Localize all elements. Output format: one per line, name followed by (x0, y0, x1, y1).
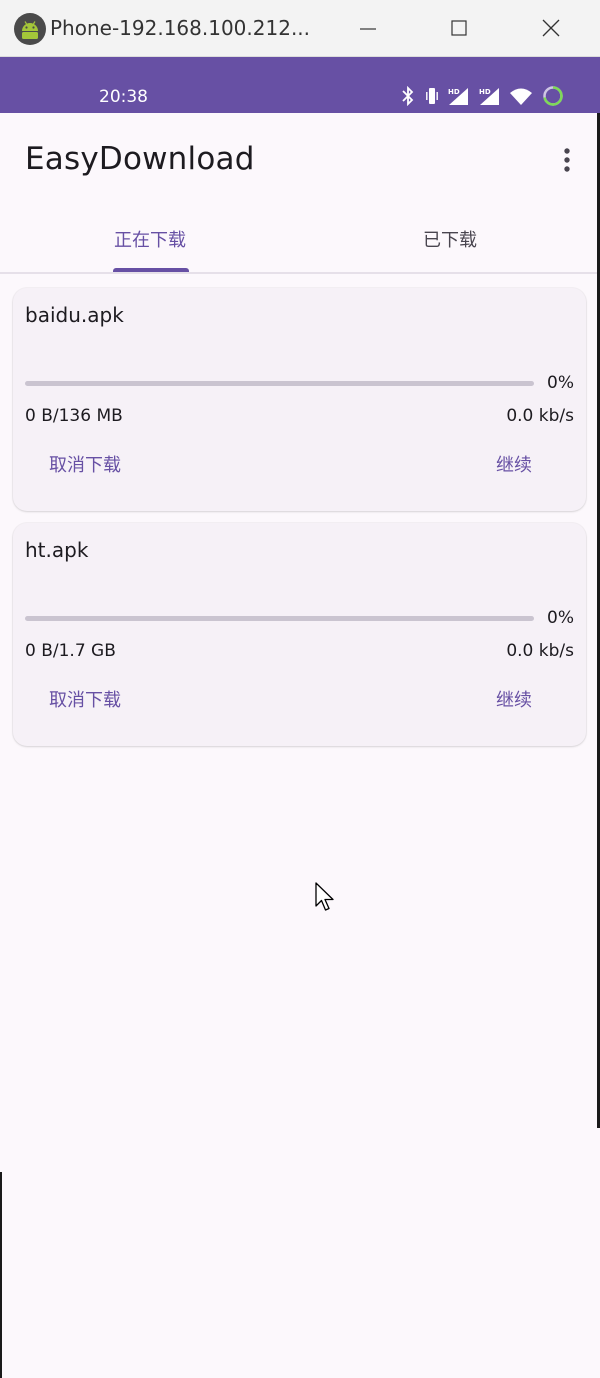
maximize-button[interactable] (439, 12, 479, 44)
download-card: ht.apk 0% 0 B/1.7 GB 0.0 kb/s 取消下载 继续 (13, 523, 586, 746)
download-progress-text: 0% (547, 608, 574, 628)
svg-text:HD: HD (448, 88, 460, 96)
tab-downloaded[interactable]: 已下载 (300, 214, 600, 274)
svg-text:HD: HD (479, 88, 491, 96)
overflow-menu-button[interactable] (552, 142, 582, 178)
maximize-icon (451, 20, 467, 36)
download-filename: baidu.apk (25, 303, 124, 327)
tab-bar: 正在下载 已下载 (0, 214, 600, 274)
minimize-button[interactable] (348, 12, 388, 44)
status-time: 20:38 (99, 87, 148, 107)
vibrate-icon (426, 88, 438, 104)
download-progress-text: 0% (547, 373, 574, 393)
bluetooth-icon (402, 86, 414, 106)
download-progress-bar (25, 381, 534, 386)
download-filename: ht.apk (25, 538, 89, 562)
resume-download-button[interactable]: 继续 (484, 444, 544, 488)
signal-hd-icon: HD (479, 88, 499, 105)
mouse-cursor-icon (315, 882, 334, 911)
tab-downloading[interactable]: 正在下载 (0, 214, 300, 274)
window-titlebar: Phone-192.168.100.212... (0, 0, 600, 57)
minimize-icon (360, 28, 376, 30)
app-title: EasyDownload (25, 141, 255, 177)
download-progress-bar (25, 616, 534, 621)
window-title: Phone-192.168.100.212... (50, 16, 311, 40)
signal-hd-icon: HD (448, 88, 468, 105)
cancel-download-button[interactable]: 取消下载 (37, 679, 133, 723)
download-speed: 0.0 kb/s (506, 641, 574, 661)
close-icon (542, 19, 560, 37)
android-icon (14, 13, 46, 45)
status-icons: HD HD (399, 85, 564, 107)
close-button[interactable] (531, 12, 571, 44)
battery-ring-icon (543, 86, 563, 106)
window-frame-edge (0, 1172, 2, 1378)
wifi-icon (510, 88, 532, 105)
download-size: 0 B/136 MB (25, 406, 123, 426)
resume-download-button[interactable]: 继续 (484, 679, 544, 723)
tab-indicator (113, 268, 189, 272)
more-vert-icon (564, 148, 570, 172)
download-speed: 0.0 kb/s (506, 406, 574, 426)
download-size: 0 B/1.7 GB (25, 641, 116, 661)
cancel-download-button[interactable]: 取消下载 (37, 444, 133, 488)
status-bar: 20:38 HD HD (0, 57, 600, 113)
download-card: baidu.apk 0% 0 B/136 MB 0.0 kb/s 取消下载 继续 (13, 288, 586, 511)
